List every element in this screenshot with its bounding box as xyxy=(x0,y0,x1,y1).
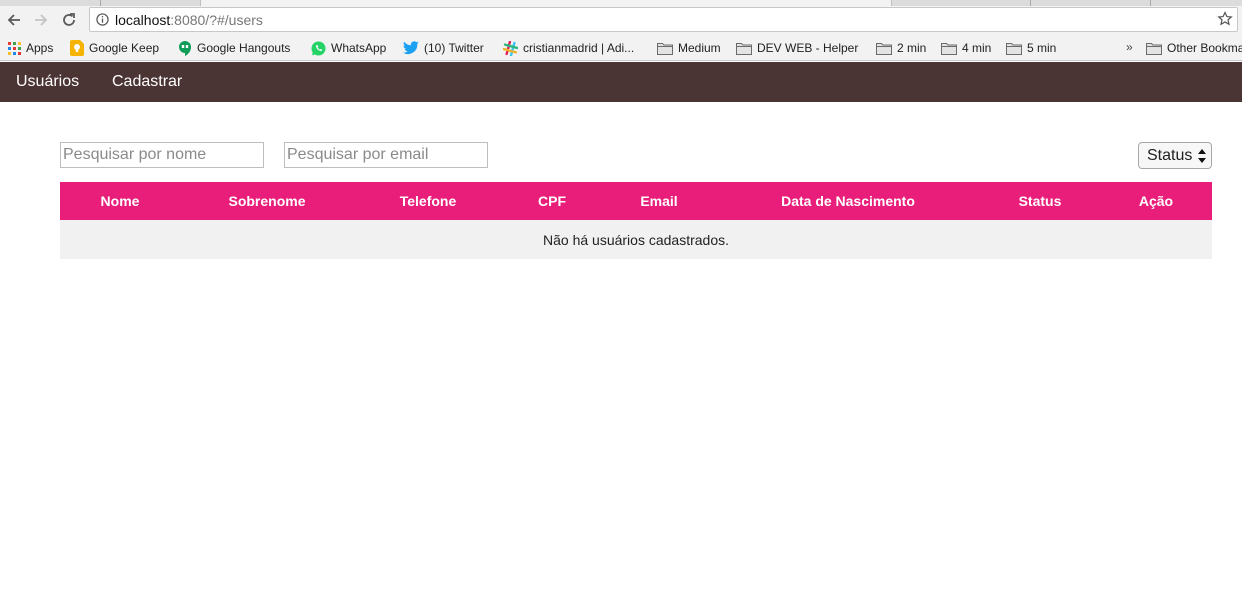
bookmark-label: Google Keep xyxy=(89,41,160,55)
bookmark-star-icon[interactable] xyxy=(1217,11,1233,27)
bookmark-twitter[interactable]: (10) Twitter xyxy=(403,39,484,57)
forward-button[interactable] xyxy=(29,9,53,31)
bookmark-whatsapp[interactable]: WhatsApp xyxy=(311,39,386,57)
url-host: localhost xyxy=(115,12,171,28)
bookmark-folder-other[interactable]: Other Bookmarks xyxy=(1146,39,1242,57)
whatsapp-icon xyxy=(311,41,326,55)
bookmark-label: WhatsApp xyxy=(331,41,387,55)
nav-link-register[interactable]: Cadastrar xyxy=(112,73,182,91)
browser-toolbar: localhost:8080/?#/users xyxy=(0,6,1242,35)
status-select-label: Status xyxy=(1147,147,1193,164)
app-navbar: Usuários Cadastrar xyxy=(0,62,1242,102)
bookmark-label: Apps xyxy=(26,41,54,55)
bookmark-label: 5 min xyxy=(1027,41,1057,55)
bookmark-slack[interactable]: cristianmadrid | Adi... xyxy=(503,39,634,57)
folder-icon xyxy=(876,42,892,55)
table-row: Não há usuários cadastrados. xyxy=(60,220,1212,259)
column-header-telefone: Telefone xyxy=(354,182,502,220)
folder-icon xyxy=(1146,42,1162,55)
twitter-icon xyxy=(403,41,419,55)
bookmark-label: Medium xyxy=(678,41,721,55)
column-header-acao: Ação xyxy=(1100,182,1212,220)
bookmark-label: cristianmadrid | Adi... xyxy=(523,41,635,55)
bookmark-folder-dev-web[interactable]: DEV WEB - Helper xyxy=(736,39,858,57)
bookmark-label: (10) Twitter xyxy=(424,41,484,55)
column-header-nome: Nome xyxy=(60,182,180,220)
column-header-cpf: CPF xyxy=(502,182,602,220)
bookmark-label: Other Bookmarks xyxy=(1167,41,1242,55)
apps-grid-icon xyxy=(8,41,21,55)
google-hangouts-icon xyxy=(179,40,191,56)
bookmark-folder-5min[interactable]: 5 min xyxy=(1006,39,1056,57)
folder-icon xyxy=(941,42,957,55)
back-button[interactable] xyxy=(2,9,26,31)
bookmark-label: 2 min xyxy=(897,41,927,55)
bookmark-folder-4min[interactable]: 4 min xyxy=(941,39,991,57)
reload-button[interactable] xyxy=(57,9,81,31)
bookmark-google-keep[interactable]: Google Keep xyxy=(70,39,159,57)
status-filter-select[interactable]: Status xyxy=(1138,142,1212,169)
back-arrow-icon xyxy=(7,14,20,26)
select-updown-arrows-icon xyxy=(1198,149,1206,163)
url-text[interactable]: localhost:8080/?#/users xyxy=(115,12,263,28)
users-table-container: Nome Sobrenome Telefone CPF Email Data d… xyxy=(60,182,1212,259)
bookmark-label: 4 min xyxy=(962,41,992,55)
column-header-status: Status xyxy=(980,182,1100,220)
bookmark-folder-2min[interactable]: 2 min xyxy=(876,39,926,57)
search-name-input[interactable] xyxy=(60,142,264,168)
address-bar[interactable]: localhost:8080/?#/users xyxy=(89,7,1238,32)
bookmark-label: Google Hangouts xyxy=(197,41,291,55)
bookmark-folder-medium[interactable]: Medium xyxy=(657,39,721,57)
folder-icon xyxy=(1006,42,1022,55)
bookmark-label: DEV WEB - Helper xyxy=(757,41,859,55)
folder-icon xyxy=(736,42,752,55)
column-header-sobrenome: Sobrenome xyxy=(180,182,354,220)
slack-icon xyxy=(503,40,518,56)
info-icon[interactable] xyxy=(96,13,109,26)
bookmarks-bar: Apps Google Keep Google Hangouts WhatsAp… xyxy=(0,35,1242,61)
empty-table-message: Não há usuários cadastrados. xyxy=(60,220,1212,259)
bookmarks-overflow-chevron-icon[interactable]: » xyxy=(1126,40,1133,54)
folder-icon xyxy=(657,42,673,55)
reload-icon xyxy=(63,13,75,26)
bookmark-google-hangouts[interactable]: Google Hangouts xyxy=(178,39,290,57)
url-path: :8080/?#/users xyxy=(170,12,263,28)
google-keep-icon xyxy=(70,40,84,56)
nav-link-users[interactable]: Usuários xyxy=(16,73,79,91)
table-header-row: Nome Sobrenome Telefone CPF Email Data d… xyxy=(60,182,1212,220)
forward-arrow-icon xyxy=(35,14,48,26)
column-header-data-nascimento: Data de Nascimento xyxy=(716,182,980,220)
search-email-input[interactable] xyxy=(284,142,488,168)
column-header-email: Email xyxy=(602,182,716,220)
users-table: Nome Sobrenome Telefone CPF Email Data d… xyxy=(60,182,1212,259)
bookmark-apps[interactable]: Apps xyxy=(8,39,53,57)
